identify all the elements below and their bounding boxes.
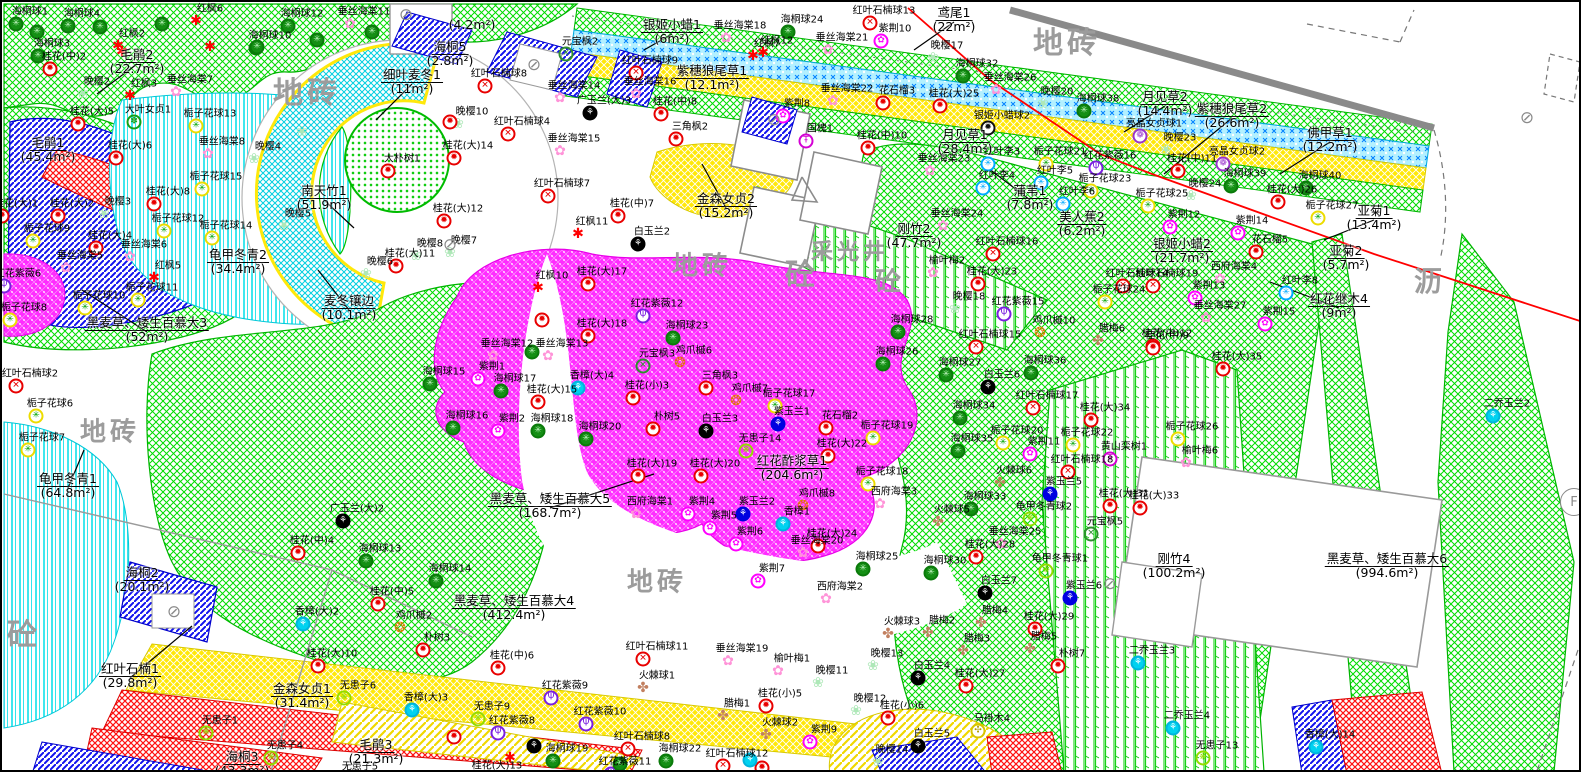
planting-plan-canvas: 地砖地砖地砖地砖地砖砼砼砼采光井沥毛鹃2(22.7m²)细叶麦冬1(11m²)南… [0,0,1581,772]
hatch-red-se2 [1332,692,1442,772]
region-lawn-wedge-b [1438,234,1574,772]
dashed-rect-ne [1544,54,1580,102]
building-annex [1112,562,1202,647]
region-tree-island [345,108,449,212]
region-holly1-turtle [4,422,129,728]
blue-u-inner [152,594,194,628]
hatch-red-se1 [987,732,1062,772]
plan-linework [2,2,1581,772]
